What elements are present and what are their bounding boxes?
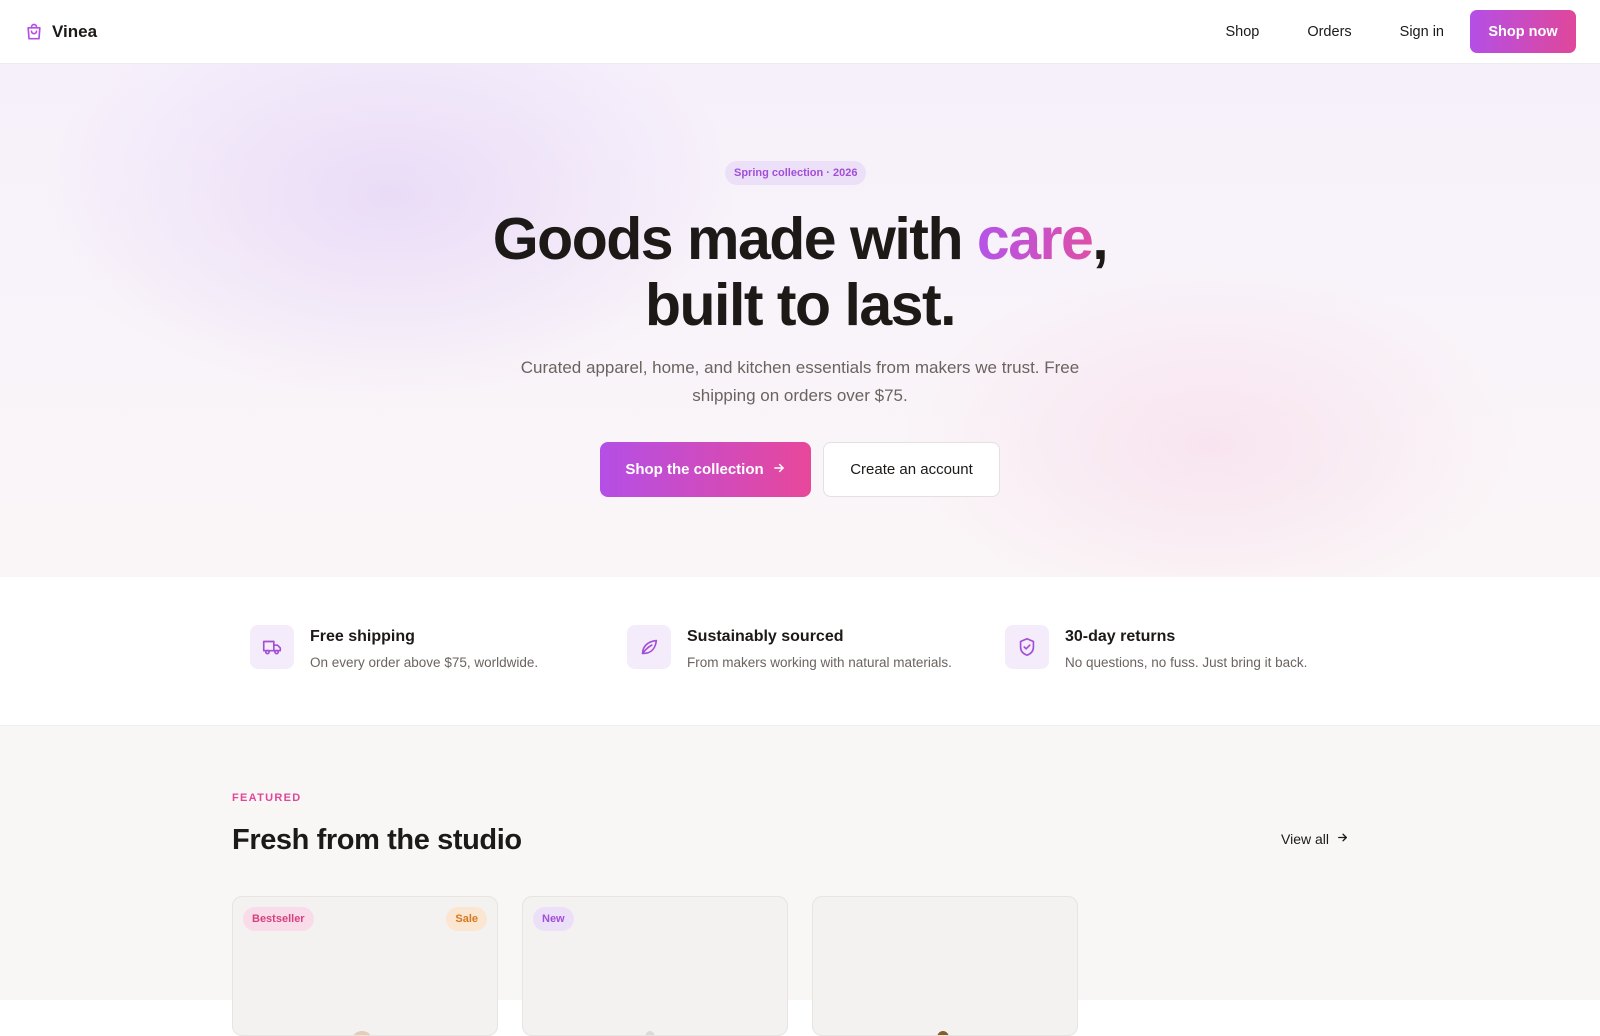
feature-desc: From makers working with natural materia… [687, 655, 952, 670]
arrow-right-icon [1336, 831, 1349, 847]
shield-check-icon [1005, 625, 1049, 669]
arrow-right-icon [772, 461, 786, 479]
sale-badge: Sale [446, 907, 487, 931]
shop-collection-label: Shop the collection [625, 461, 764, 478]
collection-pill: Spring collection · 2026 [725, 161, 867, 185]
hero-ctas: Shop the collection Create an account [600, 442, 1000, 497]
hero-subtext: Curated apparel, home, and kitchen essen… [520, 358, 1080, 405]
bestseller-badge: Bestseller [243, 907, 314, 931]
brand-name: Vinea [52, 21, 98, 41]
headline-text: Goods made with [492, 206, 977, 272]
nav-link-orders[interactable]: Orders [1283, 24, 1375, 40]
nav-link-sign-in[interactable]: Sign in [1376, 24, 1468, 40]
view-all-link[interactable]: View all [1281, 831, 1349, 847]
create-account-button[interactable]: Create an account [823, 442, 1000, 497]
hero-headline: Goods made with care, built to last. [0, 206, 1600, 338]
feature-desc: No questions, no fuss. Just bring it bac… [1065, 655, 1308, 670]
features-strip: Free shipping On every order above $75, … [0, 577, 1600, 725]
feature-title: Free shipping [310, 628, 415, 645]
feature-free-shipping: Free shipping On every order above $75, … [250, 625, 538, 670]
brand[interactable]: Vinea [24, 0, 97, 63]
feature-sustainably-sourced: Sustainably sourced From makers working … [627, 625, 952, 670]
product-card[interactable] [812, 896, 1078, 1036]
leaf-icon [627, 625, 671, 669]
product-image [937, 1031, 949, 1035]
feature-desc: On every order above $75, worldwide. [310, 655, 539, 670]
shopping-bag-icon [24, 22, 44, 42]
top-nav: Vinea Shop Orders Sign in Shop now [0, 0, 1600, 64]
section-title: Fresh from the studio [232, 824, 522, 856]
headline-accent: care [976, 206, 1094, 272]
nav-links: Shop Orders Sign in Shop now [1201, 0, 1576, 63]
headline-comma: , [1092, 206, 1108, 272]
featured-section: FEATURED Fresh from the studio View all … [0, 725, 1600, 1036]
shop-now-button[interactable]: Shop now [1470, 10, 1576, 53]
section-eyebrow: FEATURED [232, 792, 302, 804]
product-image [353, 1031, 371, 1035]
new-badge: New [533, 907, 574, 931]
product-card[interactable]: New [522, 896, 788, 1036]
headline-line2: built to last. [644, 272, 957, 338]
product-card[interactable]: Bestseller Sale [232, 896, 498, 1036]
hero-section: Spring collection · 2026 Goods made with… [0, 64, 1600, 577]
truck-icon [250, 625, 294, 669]
feature-returns: 30-day returns No questions, no fuss. Ju… [1005, 625, 1307, 670]
feature-title: 30-day returns [1065, 628, 1176, 645]
shop-collection-button[interactable]: Shop the collection [600, 442, 811, 497]
feature-title: Sustainably sourced [687, 628, 844, 645]
nav-link-shop[interactable]: Shop [1201, 24, 1283, 40]
view-all-label: View all [1281, 831, 1329, 847]
product-image [645, 1031, 655, 1035]
